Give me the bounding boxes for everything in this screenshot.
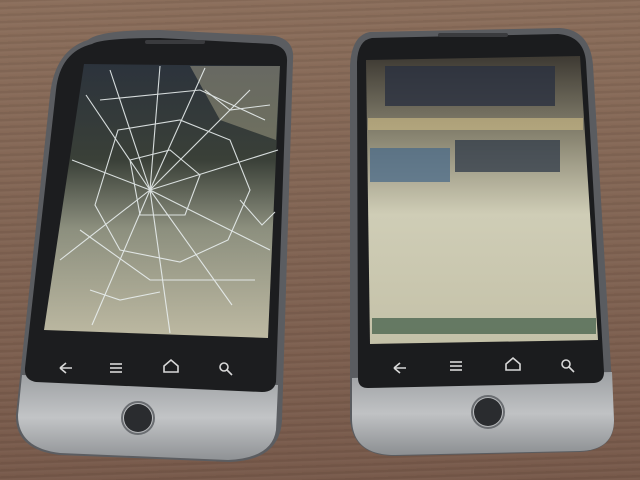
- right-screen-green-strip: [372, 318, 596, 334]
- right-phone-intact: [0, 0, 640, 480]
- right-screen-reflection-top: [385, 66, 555, 106]
- right-earpiece: [438, 33, 508, 37]
- right-screen-shelf: [368, 118, 583, 130]
- right-screen-reflection-right: [455, 140, 560, 172]
- wooden-table: [0, 0, 640, 480]
- right-trackball[interactable]: [474, 398, 502, 426]
- right-phone-drawing: [350, 28, 615, 456]
- right-screen-reflection-left: [370, 148, 450, 182]
